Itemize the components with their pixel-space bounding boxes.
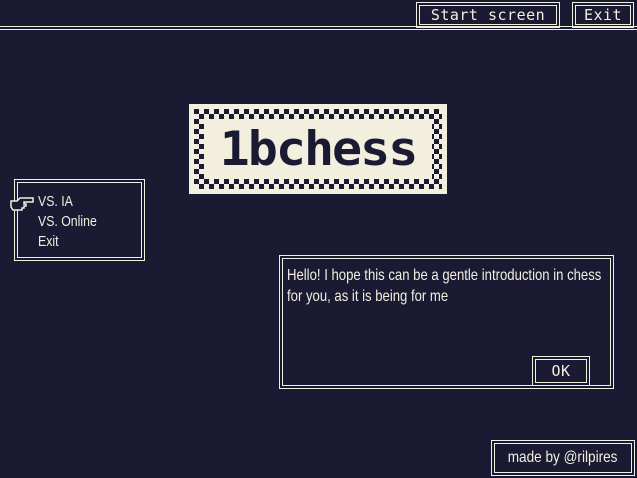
main-menu: VS. IA VS. Online Exit (10, 179, 145, 261)
start-screen-button-label: Start screen (430, 6, 546, 24)
menu-item-vs-online[interactable]: VS. Online (38, 213, 97, 231)
message-dialog: Hello! I hope this can be a gentle intro… (279, 255, 614, 389)
exit-button-label: Exit (583, 6, 623, 24)
menu-item-exit[interactable]: Exit (38, 233, 59, 251)
game-logo: 1bchess (189, 104, 447, 194)
dialog-message: Hello! I hope this can be a gentle intro… (287, 267, 602, 305)
ok-button[interactable]: OK (532, 356, 590, 386)
hand-pointer-icon (10, 197, 34, 211)
credit-text: made by @rilpires (508, 449, 618, 466)
logo-text: 1bchess (219, 121, 419, 177)
start-screen-button[interactable]: Start screen (416, 2, 560, 28)
credit-box: made by @rilpires (491, 440, 635, 476)
ok-button-label: OK (551, 362, 571, 380)
menu-item-vs-ia[interactable]: VS. IA (38, 193, 73, 211)
exit-button[interactable]: Exit (572, 2, 634, 28)
